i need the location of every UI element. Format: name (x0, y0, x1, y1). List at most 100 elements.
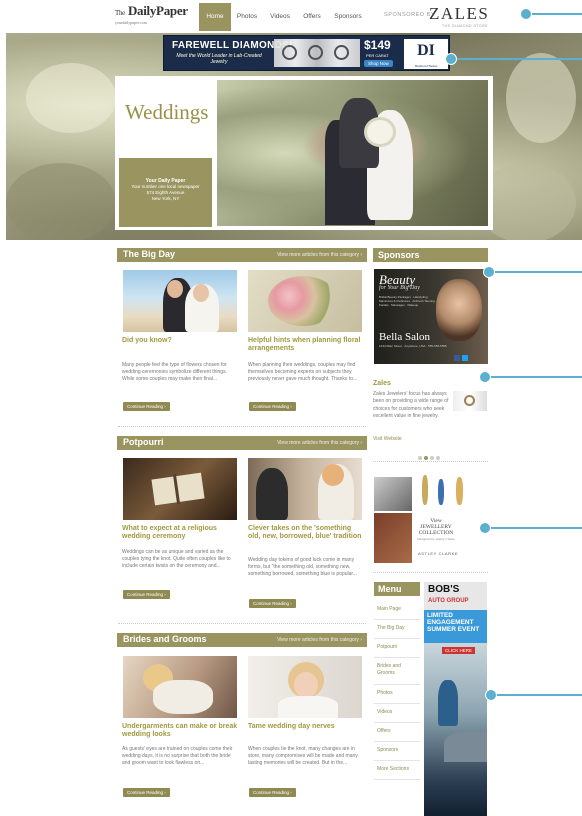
article-thumbnail[interactable] (123, 270, 237, 332)
brand-sub: Diamond Nexus (414, 64, 438, 68)
diamond-banner-ad[interactable]: FAREWELL DIAMONDS! Meet the World Leader… (163, 35, 450, 71)
article-title[interactable]: Did you know? (122, 337, 238, 345)
salon-name: Bella Salon (379, 331, 431, 343)
jewelry-thumb (374, 513, 412, 563)
carousel-dot-active[interactable] (424, 456, 428, 460)
article-thumbnail[interactable] (248, 270, 362, 332)
sponsors-header: Sponsors (373, 248, 488, 262)
brand-mark: DI (417, 42, 435, 59)
section-title: Potpourri (123, 437, 164, 447)
twitter-icon[interactable] (462, 355, 468, 361)
paper-info-line: 574 Eighth Avenue (146, 190, 185, 195)
facebook-icon[interactable] (454, 355, 460, 361)
bride-figure (153, 680, 213, 714)
section-header-potpourri: Potpourri View more articles from this c… (117, 436, 367, 450)
jewelry-collection: JEWELLERY COLLECTION (418, 524, 454, 536)
continue-reading-button[interactable]: Continue Reading › (123, 788, 170, 797)
ring-icon (308, 45, 323, 60)
bobs-brand-sub: AUTO GROUP (428, 598, 469, 604)
paper-info-line: Your number one local newspaper (131, 184, 200, 189)
bobs-auto-ad[interactable]: BOB'S AUTO GROUP LIMITED ENGAGEMENT SUMME… (424, 582, 487, 816)
sponsor-description: Zales Jewelers' focus has always been on… (373, 391, 449, 419)
salon-address: 1234 Main Street · Anywhere, USA · 555-5… (379, 344, 447, 348)
article-excerpt: Weddings can be as unique and varied as … (122, 549, 231, 570)
menu-item-photos[interactable]: Photos (374, 685, 420, 704)
pendant-icon (456, 477, 463, 505)
logo-prefix: The (115, 9, 125, 17)
continue-reading-button[interactable]: Continue Reading › (123, 590, 170, 599)
article-thumbnail[interactable] (123, 656, 237, 718)
callout-line (489, 376, 582, 378)
article-title[interactable]: What to expect at a religious wedding ce… (122, 525, 238, 541)
view-more-link[interactable]: View more articles from this category › (277, 252, 362, 258)
article-excerpt: As guests' eyes are trained on couples c… (122, 746, 233, 767)
view-more-link[interactable]: View more articles from this category › (277, 440, 362, 446)
callout-line (530, 13, 582, 15)
callout-marker (520, 8, 532, 20)
section-divider (118, 623, 366, 624)
article-thumbnail[interactable] (123, 458, 237, 520)
callout-marker (485, 689, 497, 701)
zales-logo[interactable]: ZALES (429, 4, 489, 24)
salesman-figure (438, 680, 458, 726)
menu-header: Menu (374, 582, 420, 596)
feature-couple-photo (217, 80, 488, 226)
article-excerpt: When planning their weddings, couples ma… (248, 362, 358, 383)
article-title[interactable]: Tame wedding day nerves (248, 723, 364, 731)
bobs-brand: BOB'S (428, 584, 460, 595)
logo-text: DailyPaper (127, 3, 188, 18)
paper-info-line: New York, NY (151, 196, 180, 201)
menu-item-videos[interactable]: Videos (374, 704, 420, 723)
nav-home[interactable]: Home (199, 3, 231, 31)
menu-item-more-sections[interactable]: More Sections (374, 761, 420, 780)
bobs-promo: LIMITED ENGAGEMENT SUMMER EVENT (424, 610, 487, 643)
nav-offers[interactable]: Offers (298, 3, 326, 31)
feature-title: Weddings (125, 100, 209, 124)
face (294, 672, 318, 698)
article-title[interactable]: Undergarments can make or break wedding … (122, 723, 238, 739)
nav-videos[interactable]: Videos (265, 3, 295, 31)
car-image (444, 732, 487, 762)
article-title[interactable]: Helpful hints when planning floral arran… (248, 337, 364, 353)
ring-icon (282, 45, 297, 60)
callout-marker (445, 53, 457, 65)
carousel-dot[interactable] (418, 456, 422, 460)
sponsor-name[interactable]: Zales (373, 380, 391, 387)
visit-website-link[interactable]: Visit Website (373, 436, 402, 442)
menu-item-sponsors[interactable]: Sponsors (374, 742, 420, 761)
carousel-dot[interactable] (436, 456, 440, 460)
pendant-icon (438, 479, 444, 505)
nav-photos[interactable]: Photos (233, 3, 261, 31)
callout-line (489, 527, 582, 529)
article-title[interactable]: Clever takes on the 'something old, new,… (248, 525, 364, 541)
rings-image (274, 39, 360, 67)
continue-reading-button[interactable]: Continue Reading › (249, 788, 296, 797)
callout-marker (479, 371, 491, 383)
continue-reading-button[interactable]: Continue Reading › (249, 599, 296, 608)
ring-icon (334, 45, 349, 60)
site-logo[interactable]: The DailyPaper yourdailypaper.com (115, 3, 188, 26)
menu-item-main-page[interactable]: Main Page (374, 601, 420, 620)
carousel-dots (418, 447, 442, 465)
continue-reading-button[interactable]: Continue Reading › (123, 402, 170, 411)
menu-item-brides-grooms[interactable]: Brides and Grooms (374, 658, 420, 685)
view-more-link[interactable]: View more articles from this category › (277, 637, 362, 643)
model-face (436, 279, 482, 341)
article-thumbnail[interactable] (248, 656, 362, 718)
callout-line (455, 58, 582, 60)
carousel-dot[interactable] (430, 456, 434, 460)
face (193, 284, 209, 302)
menu-item-offers[interactable]: Offers (374, 723, 420, 742)
click-here-button[interactable]: CLICK HERE (442, 647, 476, 654)
shop-now-button[interactable]: Shop Now (364, 60, 393, 67)
diamond-nexus-logo: DI Diamond Nexus (404, 39, 448, 69)
logo-subtitle: yourdailypaper.com (115, 20, 147, 25)
bobs-logo: BOB'S AUTO GROUP (424, 582, 487, 610)
article-thumbnail[interactable] (248, 458, 362, 520)
nav-sponsors[interactable]: Sponsors (331, 3, 365, 31)
banner-price-note: PER CARAT (366, 53, 389, 58)
menu-item-potpourri[interactable]: Potpourri (374, 639, 420, 658)
menu-item-big-day[interactable]: The Big Day (374, 620, 420, 639)
continue-reading-button[interactable]: Continue Reading › (249, 402, 296, 411)
bella-salon-ad[interactable]: Beauty for Your Big Day Bridal Beauty Pa… (374, 269, 488, 364)
